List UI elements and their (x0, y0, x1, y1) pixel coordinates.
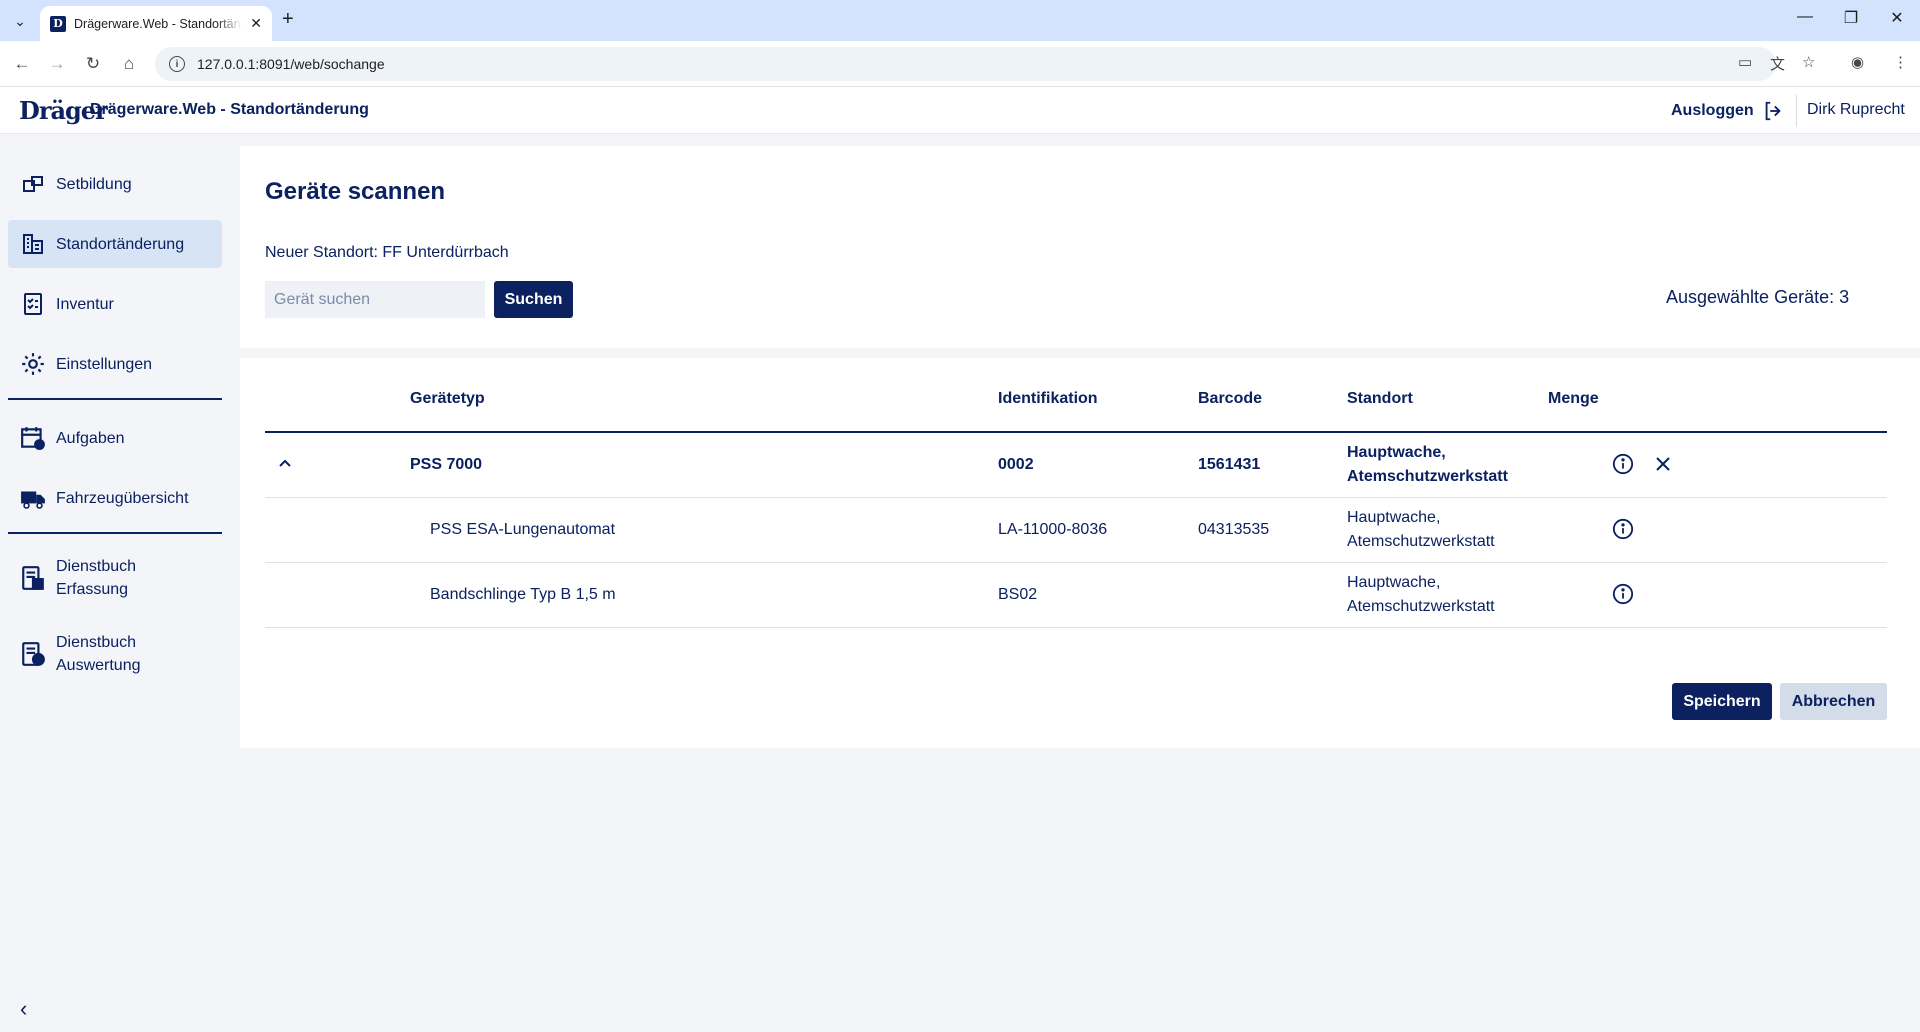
cancel-button[interactable]: Abbrechen (1780, 683, 1887, 720)
sidebar: Setbildung Standortänderung Inventur Ein… (0, 134, 232, 1032)
forward-icon[interactable]: → (44, 51, 70, 77)
selected-devices-count: Ausgewählte Geräte: 3 (1666, 287, 1850, 307)
sidebar-item-fahrzeuguebersicht[interactable]: Fahrzeugübersicht (8, 474, 222, 522)
collapse-sidebar-icon[interactable]: ‹ (20, 996, 27, 1022)
cell-location: Hauptwache, Atemschutzwerkstatt (1347, 574, 1495, 615)
gear-icon (20, 351, 46, 377)
remove-icon[interactable] (1653, 454, 1673, 474)
logbook-check-icon (20, 641, 46, 667)
sidebar-divider (8, 532, 222, 534)
profile-icon[interactable]: ◉ (1851, 53, 1864, 71)
page-title: Geräte scannen (265, 178, 446, 205)
column-header-quantity: Menge (1548, 390, 1599, 407)
cell-identification: BS02 (998, 586, 1038, 603)
home-icon[interactable]: ⌂ (116, 51, 142, 77)
app-header: Dräger Drägerware.Web - Standortänderung… (0, 87, 1920, 134)
scan-panel: Geräte scannen Neuer Standort: FF Unterd… (240, 146, 1920, 348)
sidebar-item-einstellungen[interactable]: Einstellungen (8, 340, 222, 388)
truck-icon (20, 485, 46, 511)
logout-icon (1765, 101, 1781, 121)
back-icon[interactable]: ← (9, 51, 35, 77)
browser-tab[interactable]: D Drägerware.Web - Standortänderung ✕ (40, 6, 272, 41)
logout-label: Ausloggen (1671, 102, 1754, 119)
sidebar-item-inventur[interactable]: Inventur (8, 280, 222, 328)
table-row: PSS ESA-Lungenautomat LA-11000-8036 0431… (265, 498, 1887, 563)
building-icon (20, 231, 46, 257)
save-button[interactable]: Speichern (1672, 683, 1772, 720)
set-icon (20, 171, 46, 197)
translate-icon[interactable]: 文 (1770, 53, 1785, 74)
cell-location: Hauptwache, Atemschutzwerkstatt (1347, 509, 1495, 550)
logbook-edit-icon (20, 565, 46, 591)
new-location-text: Neuer Standort: FF Unterdürrbach (265, 244, 509, 261)
cell-type: Bandschlinge Typ B 1,5 m (430, 586, 616, 603)
sidebar-item-dienstbuch-erfassung[interactable]: Dienstbuch Erfassung (8, 548, 222, 608)
sidebar-item-standortaenderung[interactable]: Standortänderung (8, 220, 222, 268)
cell-identification: 0002 (998, 456, 1034, 473)
chevron-up-icon[interactable] (275, 453, 295, 473)
column-header-location: Standort (1347, 390, 1413, 407)
app-title: Drägerware.Web - Standortänderung (90, 101, 369, 118)
browser-toolbar: ← → ↻ ⌂ i 127.0.0.1:8091/web/sochange ▭ … (0, 41, 1920, 87)
tab-close-icon[interactable]: ✕ (250, 15, 262, 32)
column-header-barcode: Barcode (1198, 390, 1263, 407)
devices-table-panel: Gerätetyp Identifikation Barcode Standor… (240, 358, 1920, 748)
tab-search-chevron-icon[interactable]: ⌄ (8, 9, 32, 33)
calendar-icon (20, 425, 46, 451)
sidebar-item-aufgaben[interactable]: Aufgaben (8, 414, 222, 462)
info-icon[interactable] (1612, 518, 1634, 540)
cell-identification: LA-11000-8036 (998, 521, 1108, 538)
sidebar-item-dienstbuch-auswertung[interactable]: Dienstbuch Auswertung (8, 624, 222, 684)
sidebar-item-setbildung[interactable]: Setbildung (8, 160, 222, 208)
device-search-input[interactable] (265, 281, 485, 318)
checklist-icon (20, 291, 46, 317)
site-info-icon[interactable]: i (169, 56, 185, 72)
cell-barcode: 04313535 (1198, 521, 1270, 538)
menu-dots-icon[interactable]: ⋮ (1893, 53, 1908, 71)
header-divider (1796, 95, 1797, 127)
install-app-icon[interactable]: ▭ (1738, 53, 1752, 71)
column-header-identification: Identifikation (998, 390, 1098, 407)
restore-icon[interactable]: ❐ (1828, 8, 1874, 28)
search-button[interactable]: Suchen (494, 281, 573, 318)
address-bar[interactable]: i 127.0.0.1:8091/web/sochange (155, 47, 1776, 81)
logout-button[interactable]: Ausloggen (1671, 100, 1784, 122)
user-name[interactable]: Dirk Ruprecht (1807, 101, 1905, 119)
cell-type: PSS ESA-Lungenautomat (430, 521, 616, 538)
table-row: Bandschlinge Typ B 1,5 m BS02 Hauptwache… (265, 563, 1887, 628)
browser-tabstrip: ⌄ D Drägerware.Web - Standortänderung ✕ … (0, 0, 1920, 41)
minimize-icon[interactable]: — (1782, 8, 1828, 26)
sidebar-divider (8, 398, 222, 400)
cell-type: PSS 7000 (410, 456, 483, 473)
url-text: 127.0.0.1:8091/web/sochange (197, 56, 385, 72)
bookmark-star-icon[interactable]: ☆ (1802, 53, 1815, 71)
favicon-icon: D (50, 15, 66, 32)
info-icon[interactable] (1612, 453, 1634, 475)
cell-location: Hauptwache, Atemschutzwerkstatt (1347, 444, 1508, 485)
window-close-icon[interactable]: ✕ (1874, 8, 1920, 28)
cell-barcode: 1561431 (1198, 456, 1261, 473)
reload-icon[interactable]: ↻ (80, 51, 106, 77)
tab-title: Drägerware.Web - Standortänderung (74, 16, 242, 31)
column-header-type: Gerätetyp (410, 390, 485, 407)
info-icon[interactable] (1612, 583, 1634, 605)
new-tab-icon[interactable]: + (282, 8, 294, 31)
table-row: PSS 7000 0002 1561431 Hauptwache, Atemsc… (265, 433, 1887, 498)
